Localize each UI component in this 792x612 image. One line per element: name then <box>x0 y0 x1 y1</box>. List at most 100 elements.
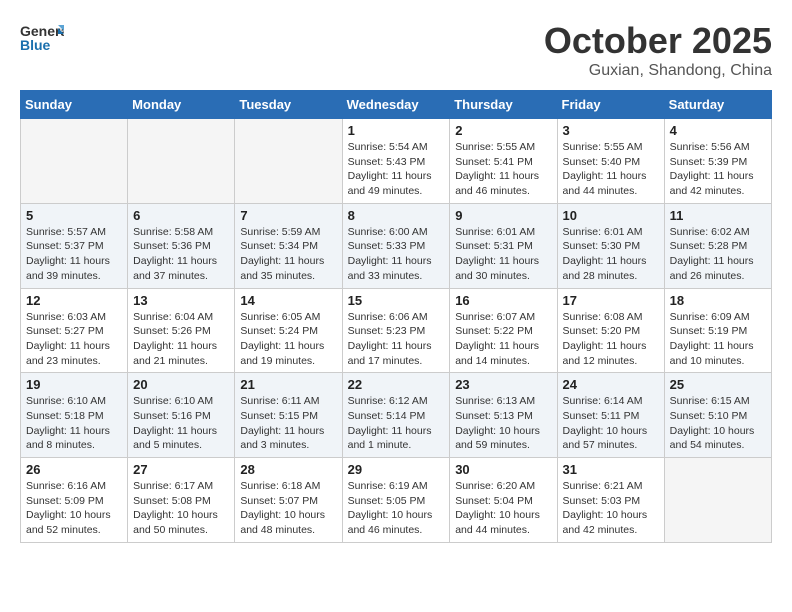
day-number: 13 <box>133 293 229 308</box>
week-row-2: 5 Sunrise: 5:57 AM Sunset: 5:37 PM Daylig… <box>21 203 772 288</box>
calendar-cell: 12 Sunrise: 6:03 AM Sunset: 5:27 PM Dayli… <box>21 288 128 373</box>
calendar-cell: 23Sunrise: 6:13 AM Sunset: 5:13 PM Dayli… <box>450 373 557 458</box>
day-number: 4 <box>670 123 766 138</box>
day-number: 3 <box>563 123 659 138</box>
weekday-header-monday: Monday <box>128 91 235 119</box>
day-number: 22 <box>348 377 445 392</box>
day-info: Sunrise: 6:05 AM Sunset: 5:24 PM Dayligh… <box>240 310 336 369</box>
weekday-header-friday: Friday <box>557 91 664 119</box>
day-number: 1 <box>348 123 445 138</box>
calendar-table: SundayMondayTuesdayWednesdayThursdayFrid… <box>20 90 772 543</box>
week-row-1: 1 Sunrise: 5:54 AM Sunset: 5:43 PM Daylig… <box>21 119 772 204</box>
week-row-5: 26 Sunrise: 6:16 AM Sunset: 5:09 PM Dayli… <box>21 458 772 543</box>
logo-icon: General Blue <box>20 20 64 56</box>
weekday-header-saturday: Saturday <box>664 91 771 119</box>
calendar-cell: 6 Sunrise: 5:58 AM Sunset: 5:36 PM Daylig… <box>128 203 235 288</box>
day-number: 6 <box>133 208 229 223</box>
day-info: Sunrise: 5:58 AM Sunset: 5:36 PM Dayligh… <box>133 225 229 284</box>
day-info: Sunrise: 6:10 AM Sunset: 5:16 PM Dayligh… <box>133 394 229 453</box>
calendar-cell: 3 Sunrise: 5:55 AM Sunset: 5:40 PM Daylig… <box>557 119 664 204</box>
day-info: Sunrise: 5:55 AM Sunset: 5:40 PM Dayligh… <box>563 140 659 199</box>
weekday-header-wednesday: Wednesday <box>342 91 450 119</box>
calendar-cell: 21 Sunrise: 6:11 AM Sunset: 5:15 PM Dayli… <box>235 373 342 458</box>
calendar-cell: 7 Sunrise: 5:59 AM Sunset: 5:34 PM Daylig… <box>235 203 342 288</box>
calendar-cell: 13 Sunrise: 6:04 AM Sunset: 5:26 PM Dayli… <box>128 288 235 373</box>
day-number: 21 <box>240 377 336 392</box>
day-info: Sunrise: 6:04 AM Sunset: 5:26 PM Dayligh… <box>133 310 229 369</box>
week-row-3: 12 Sunrise: 6:03 AM Sunset: 5:27 PM Dayli… <box>21 288 772 373</box>
day-number: 16 <box>455 293 551 308</box>
day-info: Sunrise: 6:09 AM Sunset: 5:19 PM Dayligh… <box>670 310 766 369</box>
location-subtitle: Guxian, Shandong, China <box>544 62 772 80</box>
title-block: October 2025 Guxian, Shandong, China <box>544 20 772 80</box>
day-info: Sunrise: 6:14 AM Sunset: 5:11 PM Dayligh… <box>563 394 659 453</box>
day-number: 30 <box>455 462 551 477</box>
calendar-cell: 25 Sunrise: 6:15 AM Sunset: 5:10 PM Dayli… <box>664 373 771 458</box>
calendar-cell: 9Sunrise: 6:01 AM Sunset: 5:31 PM Daylig… <box>450 203 557 288</box>
calendar-cell: 31 Sunrise: 6:21 AM Sunset: 5:03 PM Dayli… <box>557 458 664 543</box>
day-info: Sunrise: 6:08 AM Sunset: 5:20 PM Dayligh… <box>563 310 659 369</box>
day-number: 20 <box>133 377 229 392</box>
week-row-4: 19 Sunrise: 6:10 AM Sunset: 5:18 PM Dayli… <box>21 373 772 458</box>
calendar-cell: 17 Sunrise: 6:08 AM Sunset: 5:20 PM Dayli… <box>557 288 664 373</box>
day-number: 25 <box>670 377 766 392</box>
day-info: Sunrise: 6:01 AM Sunset: 5:31 PM Dayligh… <box>455 225 551 284</box>
month-title: October 2025 <box>544 20 772 62</box>
calendar-cell: 19 Sunrise: 6:10 AM Sunset: 5:18 PM Dayli… <box>21 373 128 458</box>
calendar-cell: 10Sunrise: 6:01 AM Sunset: 5:30 PM Dayli… <box>557 203 664 288</box>
calendar-cell: 26 Sunrise: 6:16 AM Sunset: 5:09 PM Dayli… <box>21 458 128 543</box>
day-info: Sunrise: 6:16 AM Sunset: 5:09 PM Dayligh… <box>26 479 122 538</box>
calendar-cell: 24 Sunrise: 6:14 AM Sunset: 5:11 PM Dayli… <box>557 373 664 458</box>
day-info: Sunrise: 5:54 AM Sunset: 5:43 PM Dayligh… <box>348 140 445 199</box>
day-number: 2 <box>455 123 551 138</box>
weekday-header-row: SundayMondayTuesdayWednesdayThursdayFrid… <box>21 91 772 119</box>
calendar-cell: 1 Sunrise: 5:54 AM Sunset: 5:43 PM Daylig… <box>342 119 450 204</box>
day-info: Sunrise: 6:21 AM Sunset: 5:03 PM Dayligh… <box>563 479 659 538</box>
day-info: Sunrise: 6:19 AM Sunset: 5:05 PM Dayligh… <box>348 479 445 538</box>
calendar-cell: 5 Sunrise: 5:57 AM Sunset: 5:37 PM Daylig… <box>21 203 128 288</box>
day-number: 17 <box>563 293 659 308</box>
day-number: 15 <box>348 293 445 308</box>
day-number: 14 <box>240 293 336 308</box>
day-number: 18 <box>670 293 766 308</box>
weekday-header-sunday: Sunday <box>21 91 128 119</box>
calendar-cell: 14 Sunrise: 6:05 AM Sunset: 5:24 PM Dayli… <box>235 288 342 373</box>
day-info: Sunrise: 5:57 AM Sunset: 5:37 PM Dayligh… <box>26 225 122 284</box>
weekday-header-tuesday: Tuesday <box>235 91 342 119</box>
day-info: Sunrise: 5:55 AM Sunset: 5:41 PM Dayligh… <box>455 140 551 199</box>
day-info: Sunrise: 6:00 AM Sunset: 5:33 PM Dayligh… <box>348 225 445 284</box>
day-info: Sunrise: 6:18 AM Sunset: 5:07 PM Dayligh… <box>240 479 336 538</box>
day-info: Sunrise: 6:06 AM Sunset: 5:23 PM Dayligh… <box>348 310 445 369</box>
calendar-cell: 22Sunrise: 6:12 AM Sunset: 5:14 PM Dayli… <box>342 373 450 458</box>
calendar-cell: 11Sunrise: 6:02 AM Sunset: 5:28 PM Dayli… <box>664 203 771 288</box>
page-header: General Blue October 2025 Guxian, Shando… <box>20 20 772 80</box>
calendar-cell: 28Sunrise: 6:18 AM Sunset: 5:07 PM Dayli… <box>235 458 342 543</box>
weekday-header-thursday: Thursday <box>450 91 557 119</box>
day-number: 24 <box>563 377 659 392</box>
day-number: 26 <box>26 462 122 477</box>
day-number: 5 <box>26 208 122 223</box>
day-number: 27 <box>133 462 229 477</box>
day-info: Sunrise: 6:11 AM Sunset: 5:15 PM Dayligh… <box>240 394 336 453</box>
day-info: Sunrise: 6:17 AM Sunset: 5:08 PM Dayligh… <box>133 479 229 538</box>
calendar-cell <box>128 119 235 204</box>
day-number: 8 <box>348 208 445 223</box>
day-number: 31 <box>563 462 659 477</box>
day-info: Sunrise: 5:59 AM Sunset: 5:34 PM Dayligh… <box>240 225 336 284</box>
day-info: Sunrise: 6:10 AM Sunset: 5:18 PM Dayligh… <box>26 394 122 453</box>
day-number: 7 <box>240 208 336 223</box>
calendar-cell: 15 Sunrise: 6:06 AM Sunset: 5:23 PM Dayli… <box>342 288 450 373</box>
day-info: Sunrise: 5:56 AM Sunset: 5:39 PM Dayligh… <box>670 140 766 199</box>
calendar-cell: 30Sunrise: 6:20 AM Sunset: 5:04 PM Dayli… <box>450 458 557 543</box>
calendar-cell: 4 Sunrise: 5:56 AM Sunset: 5:39 PM Daylig… <box>664 119 771 204</box>
day-number: 11 <box>670 208 766 223</box>
day-info: Sunrise: 6:15 AM Sunset: 5:10 PM Dayligh… <box>670 394 766 453</box>
day-number: 12 <box>26 293 122 308</box>
day-info: Sunrise: 6:13 AM Sunset: 5:13 PM Dayligh… <box>455 394 551 453</box>
calendar-cell: 29Sunrise: 6:19 AM Sunset: 5:05 PM Dayli… <box>342 458 450 543</box>
calendar-cell <box>664 458 771 543</box>
calendar-cell: 20 Sunrise: 6:10 AM Sunset: 5:16 PM Dayli… <box>128 373 235 458</box>
calendar-cell <box>21 119 128 204</box>
day-number: 19 <box>26 377 122 392</box>
day-info: Sunrise: 6:03 AM Sunset: 5:27 PM Dayligh… <box>26 310 122 369</box>
